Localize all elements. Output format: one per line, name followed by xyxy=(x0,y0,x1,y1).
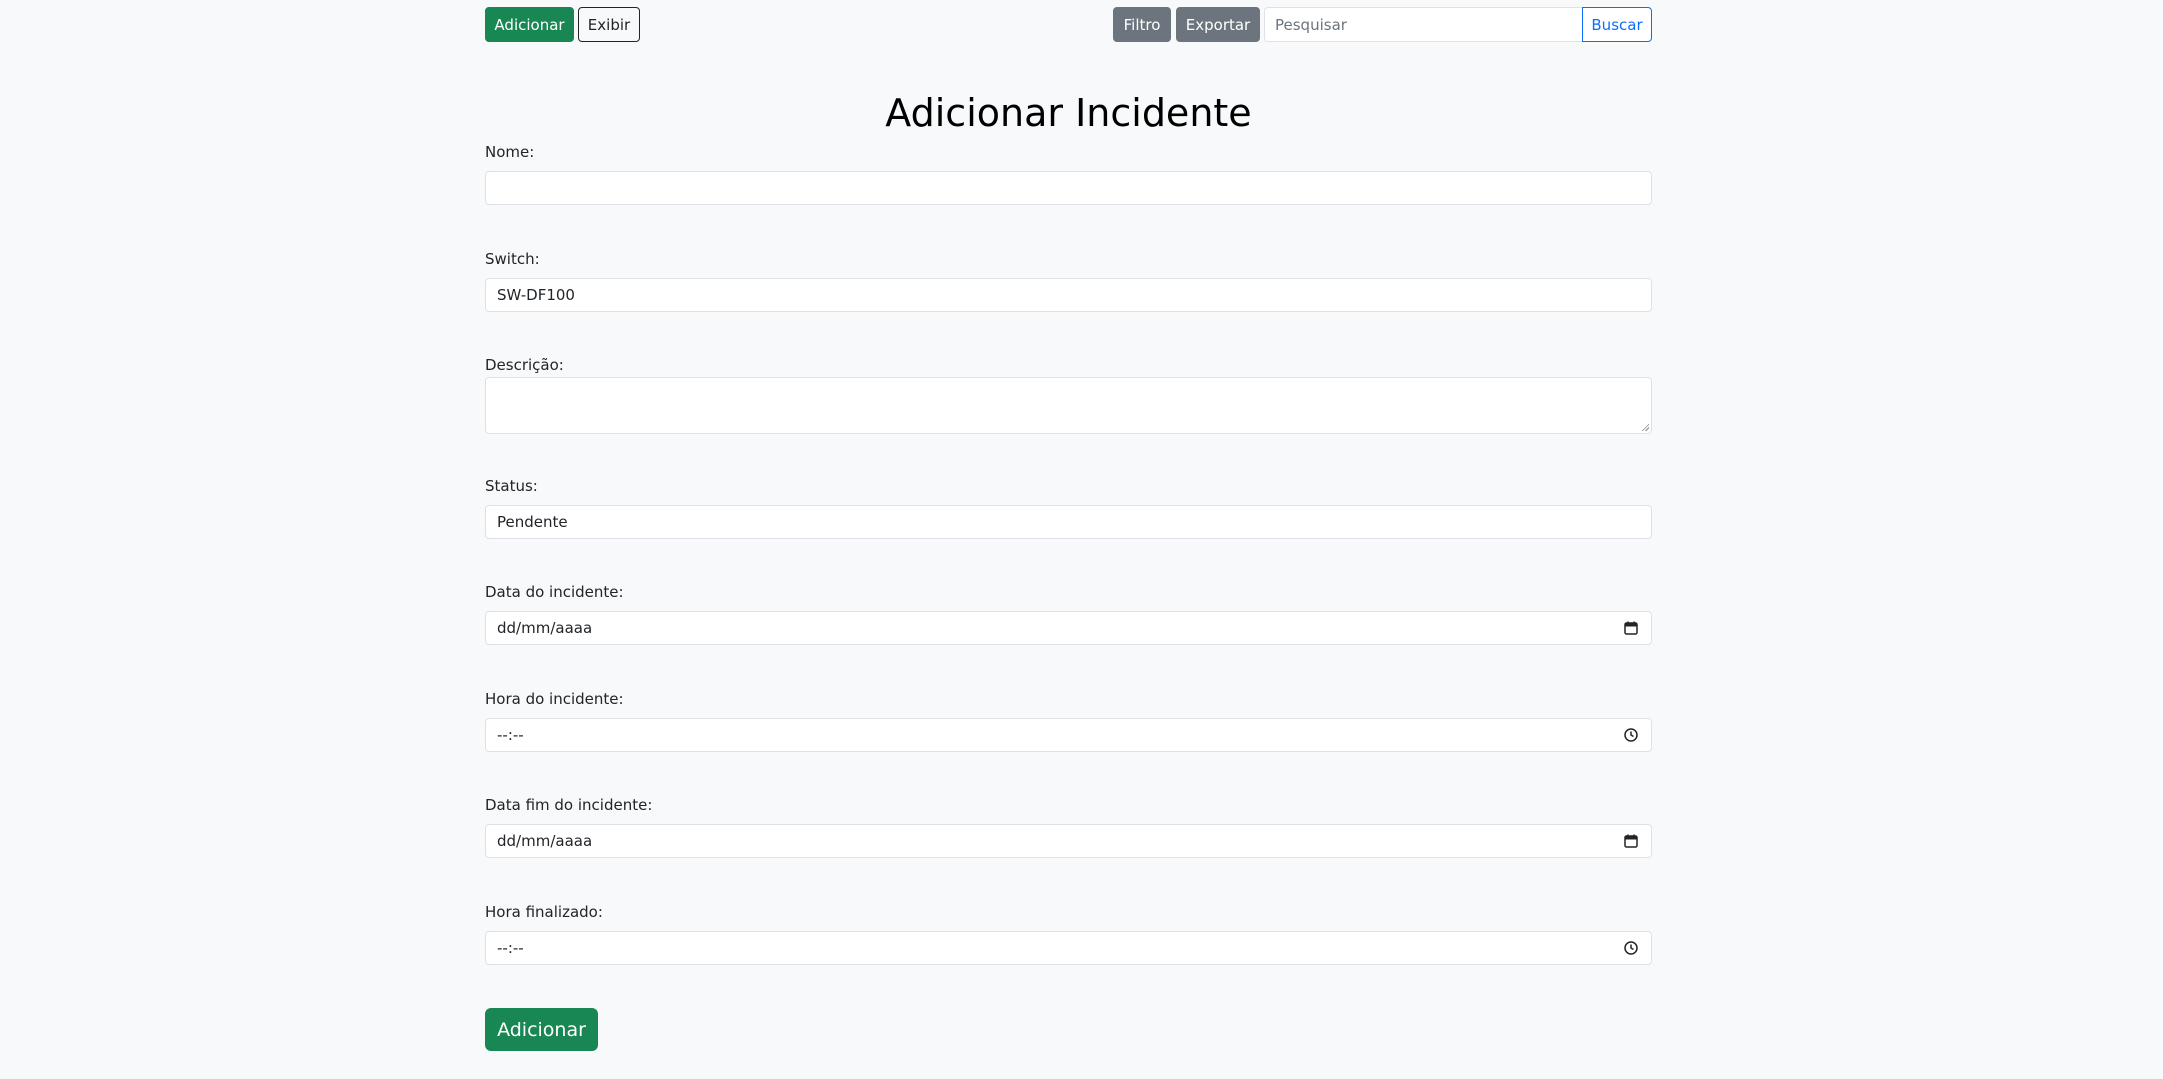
incident-date-label: Data do incidente: xyxy=(485,583,624,601)
finished-time-value: --:-- xyxy=(497,939,524,957)
incident-time-value: --:-- xyxy=(497,726,524,744)
finished-time-input[interactable]: --:-- xyxy=(485,931,1652,965)
filter-button[interactable]: Filtro xyxy=(1113,7,1171,42)
resize-grip-icon[interactable] xyxy=(1641,423,1649,431)
status-select[interactable]: Pendente xyxy=(485,505,1652,539)
description-label: Descrição: xyxy=(485,356,564,374)
finished-time-label: Hora finalizado: xyxy=(485,903,603,921)
calendar-icon[interactable] xyxy=(1623,833,1639,849)
export-button[interactable]: Exportar xyxy=(1176,7,1260,42)
name-label: Nome: xyxy=(485,143,535,161)
switch-select[interactable]: SW-DF100 xyxy=(485,278,1652,312)
incident-date-value: dd/mm/aaaa xyxy=(497,619,593,637)
clock-icon[interactable] xyxy=(1623,727,1639,743)
add-button[interactable]: Adicionar xyxy=(485,7,574,42)
page-title: Adicionar Incidente xyxy=(885,91,1252,135)
switch-label: Switch: xyxy=(485,250,540,268)
calendar-icon[interactable] xyxy=(1623,620,1639,636)
incident-time-input[interactable]: --:-- xyxy=(485,718,1652,752)
incident-end-date-label: Data fim do incidente: xyxy=(485,796,653,814)
name-input[interactable] xyxy=(485,171,1652,205)
search-input[interactable] xyxy=(1264,7,1582,42)
toolbar: Adicionar Exibir Filtro Exportar Buscar xyxy=(485,7,1652,42)
submit-button[interactable]: Adicionar xyxy=(485,1008,598,1051)
clock-icon[interactable] xyxy=(1623,940,1639,956)
switch-select-value: SW-DF100 xyxy=(497,286,575,304)
incident-time-label: Hora do incidente: xyxy=(485,690,624,708)
incident-end-date-value: dd/mm/aaaa xyxy=(497,832,593,850)
status-label: Status: xyxy=(485,477,538,495)
incident-date-input[interactable]: dd/mm/aaaa xyxy=(485,611,1652,645)
status-select-value: Pendente xyxy=(497,513,568,531)
description-textarea[interactable] xyxy=(485,377,1652,434)
search-button[interactable]: Buscar xyxy=(1582,7,1652,42)
incident-end-date-input[interactable]: dd/mm/aaaa xyxy=(485,824,1652,858)
view-button[interactable]: Exibir xyxy=(578,7,640,42)
